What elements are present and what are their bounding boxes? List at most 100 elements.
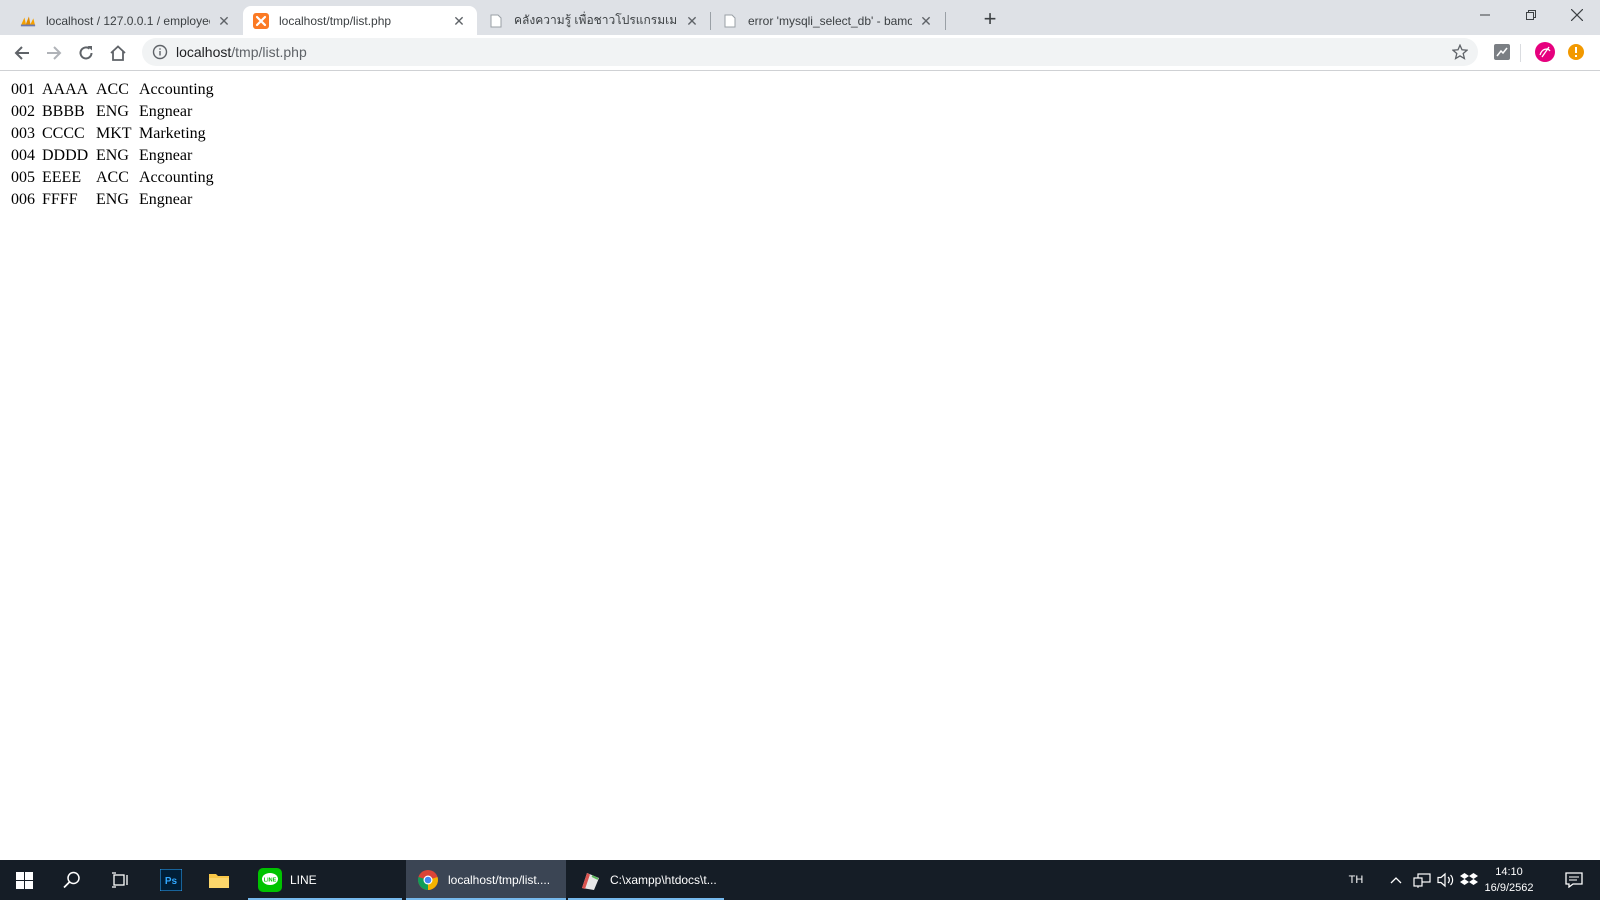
taskbar-app-editor[interactable]: C:\xampp\htdocs\t... xyxy=(568,860,724,900)
arrow-left-icon xyxy=(14,46,29,60)
url-host: localhost xyxy=(176,44,232,60)
chevron-up-icon xyxy=(1390,877,1402,884)
home-button[interactable] xyxy=(104,39,132,67)
volume-button[interactable] xyxy=(1434,860,1458,900)
photoshop-icon: Ps xyxy=(160,869,182,891)
tab-thai-programmer[interactable]: คลังความรู้ เพื่อชาวโปรแกรมเมอร์มือใหม่ … xyxy=(478,6,710,35)
list-item: 005 EEEE ACC Accounting xyxy=(11,167,214,189)
reload-button[interactable] xyxy=(72,39,100,67)
tab-title: คลังความรู้ เพื่อชาวโปรแกรมเมอร์มือใหม่ xyxy=(514,13,678,27)
profile-avatar-button[interactable] xyxy=(1535,42,1555,62)
employee-id: 005 xyxy=(11,169,35,186)
star-icon[interactable] xyxy=(1452,44,1468,60)
extension-button[interactable] xyxy=(1492,42,1512,62)
tab-divider xyxy=(945,12,946,30)
tab-title: localhost/tmp/list.php xyxy=(279,13,392,28)
taskbar-app-chrome[interactable]: localhost/tmp/list.... xyxy=(406,860,566,900)
dept-name: Marketing xyxy=(139,125,206,142)
employee-id: 004 xyxy=(11,147,35,164)
restore-button[interactable] xyxy=(1508,0,1554,30)
list-item: 001 AAAA ACC Accounting xyxy=(11,79,214,101)
tab-mysqli-error[interactable]: error 'mysqli_select_db' - bamoss ✕ xyxy=(712,6,944,35)
tab-title: localhost / 127.0.0.1 / employee / xyxy=(46,13,210,28)
tab-strip: localhost / 127.0.0.1 / employee / ✕ loc… xyxy=(0,0,1600,35)
reload-icon xyxy=(79,46,93,60)
url-text: localhost/tmp/list.php xyxy=(176,44,307,60)
clock-date: 16/9/2562 xyxy=(1484,882,1534,894)
address-bar[interactable]: localhost/tmp/list.php xyxy=(142,38,1478,66)
dept-code: ENG xyxy=(96,147,129,164)
notification-icon xyxy=(1565,872,1583,888)
taskbar: Ps LINE LINE localhost/tmp/list.... C:\x… xyxy=(0,860,1600,900)
employee-id: 002 xyxy=(11,103,35,120)
avatar-icon xyxy=(1535,42,1555,62)
employee-name: FFFF xyxy=(42,191,78,208)
start-button[interactable] xyxy=(0,860,48,900)
dept-name: Engnear xyxy=(139,103,193,120)
tab-divider xyxy=(710,12,711,30)
employee-name: EEEE xyxy=(42,169,82,186)
action-center-button[interactable] xyxy=(1556,860,1592,900)
close-icon[interactable]: ✕ xyxy=(216,13,232,29)
line-icon: LINE xyxy=(258,868,282,892)
task-view-button[interactable] xyxy=(96,860,144,900)
browser-toolbar: localhost/tmp/list.php xyxy=(0,35,1600,71)
update-button[interactable] xyxy=(1566,42,1586,62)
list-item: 006 FFFF ENG Engnear xyxy=(11,189,214,211)
windows-icon xyxy=(15,871,33,889)
list-item: 004 DDDD ENG Engnear xyxy=(11,145,214,167)
forward-button[interactable] xyxy=(40,39,68,67)
page-icon xyxy=(488,13,504,29)
new-tab-button[interactable]: + xyxy=(976,6,1004,34)
taskbar-app-line[interactable]: LINE LINE xyxy=(248,860,402,900)
close-icon[interactable]: ✕ xyxy=(684,13,700,29)
extension-chart-icon xyxy=(1494,44,1510,60)
dept-name: Accounting xyxy=(139,81,214,98)
network-button[interactable] xyxy=(1410,860,1434,900)
search-button[interactable] xyxy=(48,860,96,900)
restore-icon xyxy=(1526,10,1536,20)
taskbar-app-label: C:\xampp\htdocs\t... xyxy=(610,873,717,887)
photoshop-button[interactable]: Ps xyxy=(158,860,184,900)
list-item: 002 BBBB ENG Engnear xyxy=(11,101,214,123)
dept-code: ACC xyxy=(96,169,129,186)
employee-id: 003 xyxy=(11,125,35,142)
alert-icon xyxy=(1568,44,1584,60)
arrow-right-icon xyxy=(47,46,62,60)
dept-code: MKT xyxy=(96,125,132,142)
system-clock[interactable]: 14:10 16/9/2562 xyxy=(1474,864,1544,896)
taskbar-app-label: LINE xyxy=(290,873,317,887)
employee-id: 006 xyxy=(11,191,35,208)
close-icon[interactable]: ✕ xyxy=(918,13,934,29)
clock-time: 14:10 xyxy=(1495,866,1523,878)
employee-list: 001 AAAA ACC Accounting 002 BBBB ENG Eng… xyxy=(11,79,214,211)
minimize-button[interactable] xyxy=(1462,0,1508,30)
svg-text:Ps: Ps xyxy=(165,876,178,887)
info-icon[interactable] xyxy=(152,44,168,60)
dept-code: ENG xyxy=(96,103,129,120)
task-view-icon xyxy=(112,872,128,888)
close-window-button[interactable] xyxy=(1554,0,1600,30)
file-explorer-button[interactable] xyxy=(206,860,232,900)
dept-code: ENG xyxy=(96,191,129,208)
network-icon xyxy=(1413,873,1431,888)
page-icon xyxy=(722,13,738,29)
xampp-icon xyxy=(253,12,269,29)
editor-icon xyxy=(578,868,602,892)
tab-phpmyadmin[interactable]: localhost / 127.0.0.1 / employee / ✕ xyxy=(10,6,242,35)
list-item: 003 CCCC MKT Marketing xyxy=(11,123,214,145)
tab-title: error 'mysqli_select_db' - bamoss xyxy=(748,13,912,28)
close-icon[interactable]: ✕ xyxy=(451,13,467,29)
tab-list-php[interactable]: localhost/tmp/list.php ✕ xyxy=(243,6,477,35)
chrome-icon xyxy=(416,868,440,892)
home-icon xyxy=(110,45,126,61)
search-icon xyxy=(63,871,80,889)
phpmyadmin-icon xyxy=(20,13,36,29)
language-indicator[interactable]: TH xyxy=(1340,860,1372,900)
back-button[interactable] xyxy=(8,39,36,67)
minimize-icon xyxy=(1480,14,1490,16)
toolbar-divider xyxy=(1520,44,1521,62)
show-hidden-icons-button[interactable] xyxy=(1384,860,1408,900)
folder-icon xyxy=(209,874,229,888)
employee-name: CCCC xyxy=(42,125,85,142)
